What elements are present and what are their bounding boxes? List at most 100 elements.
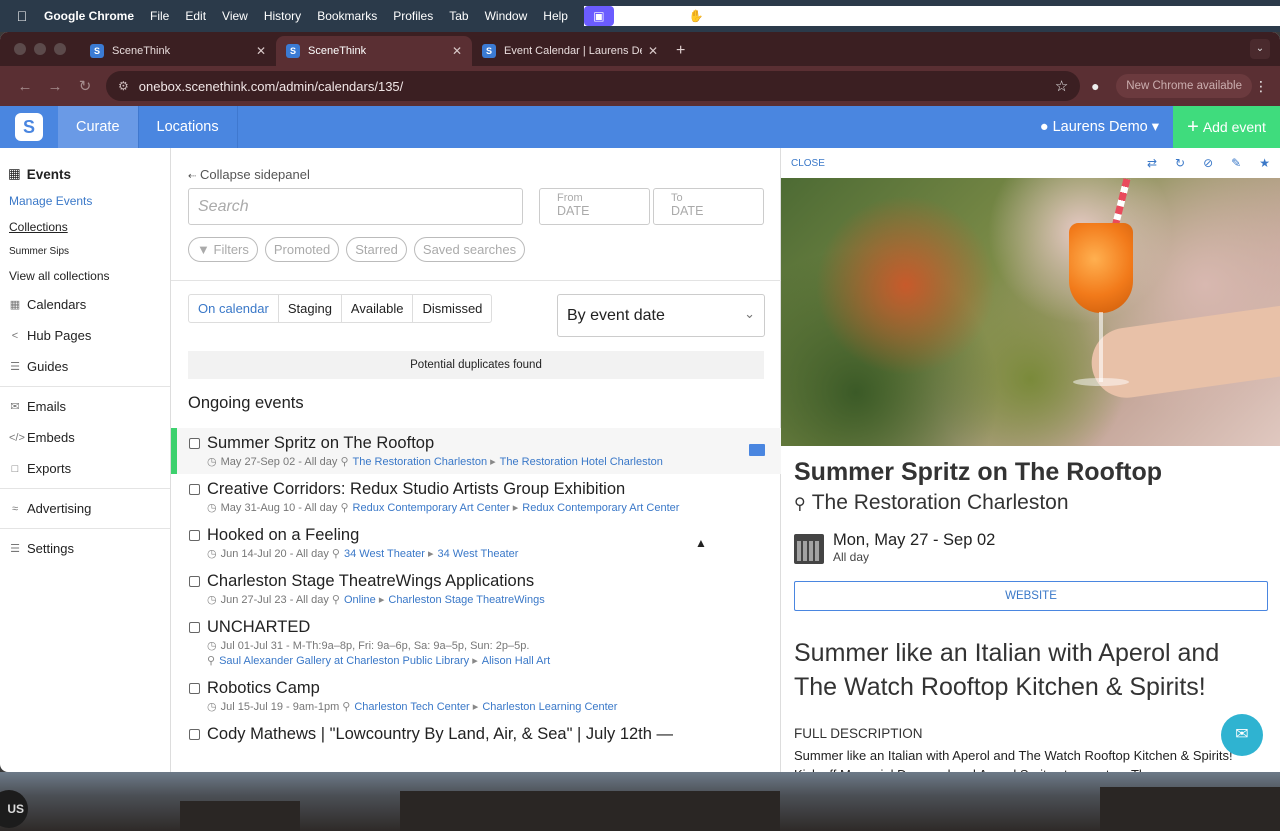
close-window-button[interactable] [14,43,26,55]
event-checkbox[interactable] [189,438,200,449]
sidebar-manage-events[interactable]: Manage Events [0,188,170,214]
close-tab-icon[interactable]: ✕ [256,44,266,58]
update-chrome-button[interactable]: New Chrome available [1116,74,1252,98]
event-row[interactable]: Hooked on a Feeling ◷ Jun 14-Jul 20 - All… [171,520,781,566]
close-detail-button[interactable]: CLOSE [791,158,825,169]
browser-tab-active[interactable]: S SceneThink ✕ [276,36,472,66]
filters-button[interactable]: ▼ Filters [188,237,258,262]
sidebar-item-guides[interactable]: ☰ Guides [0,351,170,382]
event-organizer-link[interactable]: Charleston Learning Center [482,701,617,713]
menu-bookmarks[interactable]: Bookmarks [317,9,377,23]
duplicates-notice[interactable]: Potential duplicates found [188,351,764,379]
battery-icon[interactable]: ▮ [748,9,764,23]
wifi-icon[interactable]: ≈ [778,9,794,23]
sidebar-item-advertising[interactable]: ≈ Advertising [0,493,170,524]
event-venue-link[interactable]: 34 West Theater [344,548,425,560]
event-title[interactable]: Creative Corridors: Redux Studio Artists… [207,480,781,499]
event-checkbox[interactable] [189,484,200,495]
tab-dismissed[interactable]: Dismissed [413,295,491,322]
chrome-menu-icon[interactable]: ⋮ [1252,78,1270,95]
tab-on-calendar[interactable]: On calendar [189,295,279,322]
promoted-button[interactable]: Promoted [264,237,340,262]
collapse-sidepanel-button[interactable]: ⇠ Collapse sidepanel [188,167,310,182]
sidebar-item-exports[interactable]: □ Exports [0,453,170,484]
menu-history[interactable]: History [264,9,301,23]
browser-tab[interactable]: S Event Calendar | Laurens Demo ✕ [472,36,668,66]
chat-bubble-icon[interactable]: ✉ [1221,714,1263,756]
event-checkbox[interactable] [189,729,200,740]
event-title[interactable]: Cody Mathews | "Lowcountry By Land, Air,… [207,725,781,744]
event-checkbox[interactable] [189,622,200,633]
website-button[interactable]: WEBSITE [794,581,1268,611]
event-row[interactable]: Robotics Camp ◷ Jul 15-Jul 19 - 9am-1pm ⚲… [171,673,781,719]
menu-view[interactable]: View [222,9,248,23]
starred-button[interactable]: Starred [346,237,407,262]
event-organizer-link[interactable]: Redux Contemporary Art Center [522,502,679,514]
event-row[interactable]: Creative Corridors: Redux Studio Artists… [171,474,781,520]
event-title[interactable]: Charleston Stage TheatreWings Applicatio… [207,572,781,591]
sidebar-view-all-collections[interactable]: View all collections [0,263,170,289]
play-icon[interactable]: ▶ [718,9,734,23]
event-checkbox[interactable] [189,683,200,694]
hand-icon[interactable]: ✋ [688,9,704,23]
event-organizer-link[interactable]: 34 West Theater [438,548,519,560]
apple-icon[interactable]:  [14,8,30,24]
screen-share-icon[interactable]: ▣ [583,6,614,26]
sidebar-collections[interactable]: Collections [0,214,170,240]
search-input[interactable]: Search [188,188,523,225]
browser-tab[interactable]: S SceneThink ✕ [80,36,276,66]
spotlight-search-icon[interactable]: ⚲ [808,9,824,23]
menu-app-name[interactable]: Google Chrome [44,9,134,23]
to-date-field[interactable]: To DATE [653,188,764,225]
user-menu[interactable]: ● Laurens Demo ▾ [1040,119,1159,135]
sort-select[interactable]: By event date ⌄ [557,294,765,337]
sidebar-item-settings[interactable]: ☰ Settings [0,533,170,564]
profile-icon[interactable]: ● [1080,78,1110,94]
event-checkbox[interactable] [189,576,200,587]
event-title[interactable]: UNCHARTED [207,618,781,637]
new-tab-icon[interactable]: + [676,36,685,66]
minimize-window-button[interactable] [34,43,46,55]
pencil-icon[interactable]: ✎ [1231,156,1241,170]
refresh-icon[interactable]: ↻ [1175,156,1185,170]
event-row-selected[interactable]: Summer Spritz on The Rooftop ◷ May 27-Sep… [171,428,781,474]
menu-clock[interactable]: Thu Jul 18 3:54 PM [868,9,972,23]
event-venue-link[interactable]: Charleston Tech Center [354,701,469,713]
event-venue-link[interactable]: Redux Contemporary Art Center [353,502,510,514]
menu-edit[interactable]: Edit [185,9,206,23]
event-organizer-link[interactable]: Alison Hall Art [482,655,550,667]
zoom-window-button[interactable] [54,43,66,55]
menu-profiles[interactable]: Profiles [393,9,433,23]
sidebar-item-embeds[interactable]: </> Embeds [0,422,170,453]
nav-locations[interactable]: Locations [139,106,238,148]
tab-available[interactable]: Available [342,295,414,322]
url-field[interactable]: ⚙ onebox.scenethink.com/admin/calendars/… [106,71,1081,101]
event-title[interactable]: Robotics Camp [207,679,781,698]
event-venue-link[interactable]: The Restoration Charleston [353,456,488,468]
from-date-field[interactable]: From DATE [539,188,650,225]
menu-help[interactable]: Help [543,9,568,23]
sidebar-item-hub-pages[interactable]: < Hub Pages [0,320,170,351]
ban-icon[interactable]: ⊘ [1203,156,1213,170]
sidebar-summer-sips[interactable]: Summer Sips [0,240,170,263]
scenethink-logo[interactable]: S [0,106,58,148]
event-row[interactable]: Cody Mathews | "Lowcountry By Land, Air,… [171,719,781,750]
control-center-icon[interactable]: ☰ [838,9,854,23]
event-checkbox[interactable] [189,530,200,541]
nav-curate[interactable]: Curate [58,106,139,148]
forward-icon[interactable]: → [40,78,70,95]
tab-search-icon[interactable]: ⌄ [1250,39,1270,59]
reload-icon[interactable]: ↻ [70,77,100,95]
event-venue-link[interactable]: Saul Alexander Gallery at Charleston Pub… [219,655,469,667]
bookmark-star-icon[interactable]: ☆ [1055,77,1068,95]
sidebar-item-calendars[interactable]: ▦ Calendars [0,289,170,320]
add-event-button[interactable]: + Add event [1173,106,1280,148]
folder-icon[interactable] [749,444,765,456]
event-venue-link[interactable]: Online [344,594,376,606]
tab-staging[interactable]: Staging [279,295,342,322]
star-icon[interactable]: ★ [1259,156,1270,170]
close-tab-icon[interactable]: ✕ [452,44,462,58]
event-row[interactable]: UNCHARTED ◷ Jul 01-Jul 31 - M-Th:9a–8p, F… [171,612,781,673]
close-tab-icon[interactable]: ✕ [648,44,658,58]
menu-tab[interactable]: Tab [449,9,468,23]
